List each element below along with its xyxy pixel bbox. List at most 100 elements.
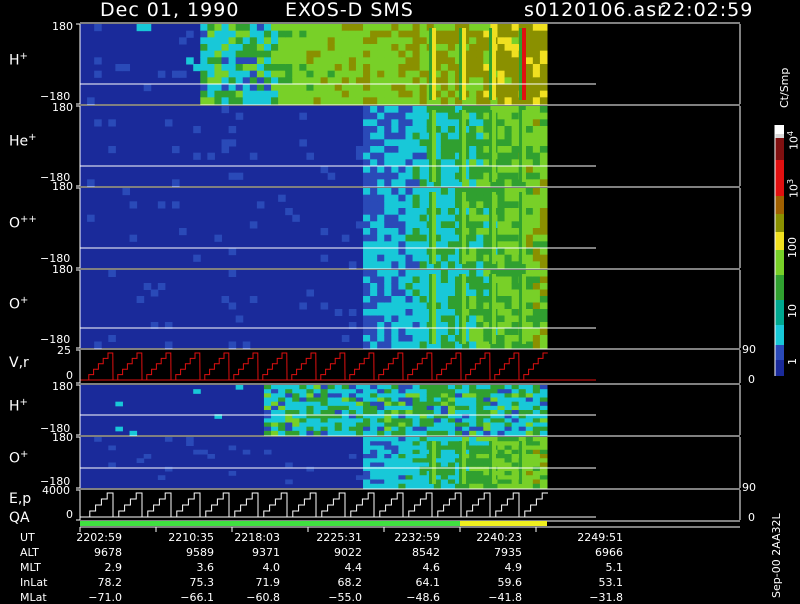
heatmap-cell: [313, 430, 322, 436]
heatmap-cell: [235, 44, 244, 52]
heatmap-cell: [476, 479, 484, 485]
heatmap-cell: [384, 462, 392, 468]
heatmap-cell: [391, 97, 399, 105]
heatmap-cell: [256, 84, 265, 92]
tick-label: 25: [57, 344, 71, 357]
heatmap-cell: [363, 179, 371, 187]
heatmap-cell: [200, 449, 208, 455]
heatmap-cell: [235, 50, 244, 58]
heatmap-cell: [419, 393, 428, 398]
heatmap-cell: [384, 385, 392, 390]
heatmap-cell: [455, 397, 463, 403]
colorbar-tick-10: 10: [786, 304, 799, 318]
heatmap-cell: [377, 194, 385, 202]
heatmap-cell: [214, 234, 223, 242]
heatmap-cell: [263, 57, 272, 65]
heatmap-cell: [504, 97, 513, 105]
heatmap-cell: [271, 24, 279, 32]
heatmap-cell: [363, 221, 371, 229]
heatmap-cell: [377, 201, 385, 209]
eph-row-label: ALT: [20, 546, 39, 559]
heatmap-cell: [355, 57, 364, 65]
heatmap-cell: [327, 430, 336, 436]
heatmap-cell: [334, 97, 343, 105]
heatmap-cell: [440, 441, 449, 446]
heatmap-cell: [440, 201, 449, 209]
heatmap-cell: [539, 84, 548, 92]
heatmap-cell: [384, 315, 392, 323]
heatmap-cell: [440, 146, 449, 154]
heatmap-cell: [221, 97, 230, 105]
heatmap-cell: [525, 179, 534, 187]
heatmap-cell: [511, 234, 520, 242]
heatmap-cell: [511, 479, 520, 485]
heatmap-cell: [440, 437, 449, 442]
heatmap-cell: [292, 50, 300, 58]
heatmap-cell: [504, 401, 513, 407]
heatmap-cell: [497, 483, 506, 489]
heatmap-cell: [405, 437, 414, 442]
heatmap-cell: [525, 393, 534, 398]
heatmap-cell: [511, 228, 520, 236]
heatmap-cell: [370, 471, 378, 476]
heatmap-cell: [497, 426, 506, 432]
heatmap-cell: [476, 341, 484, 349]
heatmap-cell: [525, 302, 534, 310]
heatmap-cell: [532, 449, 541, 455]
heatmap-cell: [221, 70, 230, 78]
heatmap-cell: [405, 77, 414, 85]
heatmap-cell: [405, 418, 414, 423]
heatmap-cell: [355, 152, 364, 160]
heatmap-cell: [391, 397, 399, 403]
heatmap-cell: [377, 389, 385, 394]
heatmap-cell: [412, 254, 421, 262]
heatmap-cell: [263, 393, 272, 398]
heatmap-cell: [405, 194, 414, 202]
heatmap-ridge: [522, 441, 526, 484]
heatmap-cell: [440, 57, 449, 65]
heatmap-cell: [235, 84, 244, 92]
heatmap-cell: [447, 315, 456, 323]
heatmap-cell: [504, 146, 513, 154]
heatmap-cell: [292, 57, 300, 65]
heatmap-cell: [476, 126, 484, 134]
heatmap-cell: [532, 112, 541, 120]
heatmap-cell: [532, 90, 541, 98]
eph-cell: 2225:31: [316, 531, 362, 544]
heatmap-cell: [433, 393, 442, 398]
heatmap-cell: [363, 410, 371, 415]
heatmap-cell: [476, 201, 484, 209]
heatmap-cell: [412, 475, 421, 480]
heatmap-cell: [497, 437, 506, 442]
heatmap-cell: [299, 426, 307, 432]
heatmap-cell: [511, 132, 520, 140]
heatmap-cell: [412, 462, 421, 468]
heatmap-cell: [363, 152, 371, 160]
heatmap-cell: [462, 397, 470, 403]
heatmap-cell: [532, 208, 541, 216]
heatmap-cell: [355, 426, 364, 432]
heatmap-cell: [504, 241, 513, 249]
heatmap-cell: [341, 430, 350, 436]
heatmap-cell: [292, 64, 300, 72]
heatmap-cell: [518, 389, 527, 394]
colorbar-segment: [775, 125, 784, 134]
heatmap-cell: [440, 126, 449, 134]
heatmap-cell: [221, 139, 230, 147]
heatmap-cell: [377, 315, 385, 323]
heatmap-cell: [327, 385, 336, 390]
heatmap-cell: [405, 50, 414, 58]
heatmap-cell: [405, 296, 414, 303]
heatmap-ridge: [432, 110, 436, 182]
heatmap-cell: [292, 37, 300, 45]
heatmap-cell: [136, 24, 145, 32]
heatmap-cell: [292, 401, 300, 407]
heatmap-cell: [271, 97, 279, 105]
heatmap-cell: [363, 234, 371, 242]
heatmap-cell: [391, 261, 399, 269]
heatmap-cell: [391, 84, 399, 92]
heatmap-cell: [440, 296, 449, 303]
heatmap-cell: [285, 389, 293, 394]
heatmap-cell: [490, 393, 498, 398]
heatmap-cell: [200, 97, 208, 105]
